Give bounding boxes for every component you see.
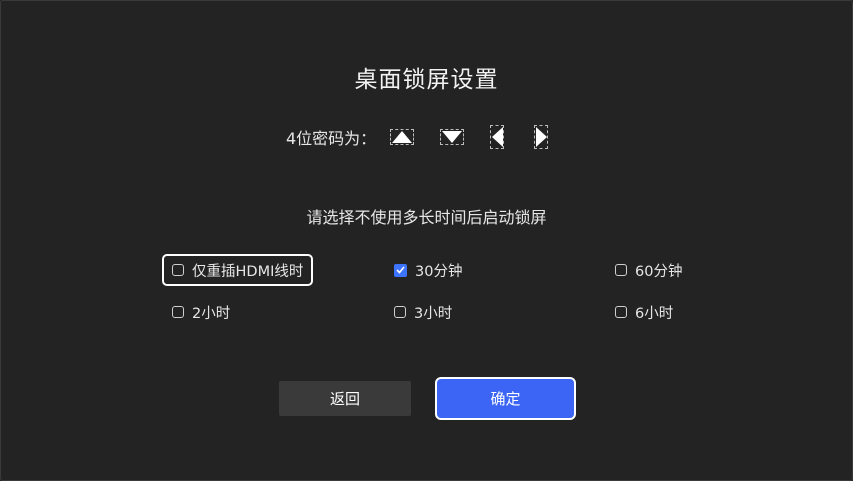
radio-unchecked-icon xyxy=(394,306,406,318)
down-arrow-icon xyxy=(440,129,465,145)
right-arrow-icon xyxy=(534,125,549,149)
back-button[interactable]: 返回 xyxy=(279,381,411,416)
radio-unchecked-icon xyxy=(172,264,184,276)
option-label: 2小时 xyxy=(192,305,231,322)
left-arrow-icon xyxy=(490,125,505,149)
option-30-min[interactable]: 30分钟 xyxy=(394,255,462,285)
password-row: 4位密码为： xyxy=(286,124,578,150)
option-label: 仅重插HDMI线时 xyxy=(192,263,304,280)
option-label: 3小时 xyxy=(414,305,453,322)
radio-unchecked-icon xyxy=(615,306,627,318)
option-6-hours[interactable]: 6小时 xyxy=(615,297,673,327)
option-60-min[interactable]: 60分钟 xyxy=(615,255,682,285)
lock-timeout-prompt: 请选择不使用多长时间后启动锁屏 xyxy=(306,208,547,227)
confirm-button[interactable]: 确定 xyxy=(435,377,576,420)
page-title: 桌面锁屏设置 xyxy=(354,67,499,93)
option-hdmi-replug[interactable]: 仅重插HDMI线时 xyxy=(162,254,314,286)
radio-unchecked-icon xyxy=(615,264,627,276)
up-arrow-icon xyxy=(390,129,415,145)
password-label: 4位密码为： xyxy=(286,129,377,148)
option-label: 30分钟 xyxy=(415,263,463,280)
option-3-hours[interactable]: 3小时 xyxy=(394,297,452,327)
option-label: 6小时 xyxy=(635,305,674,322)
option-label: 60分钟 xyxy=(635,263,683,280)
checkbox-checked-icon xyxy=(394,263,407,277)
option-2-hours[interactable]: 2小时 xyxy=(172,297,230,327)
radio-unchecked-icon xyxy=(172,306,184,318)
